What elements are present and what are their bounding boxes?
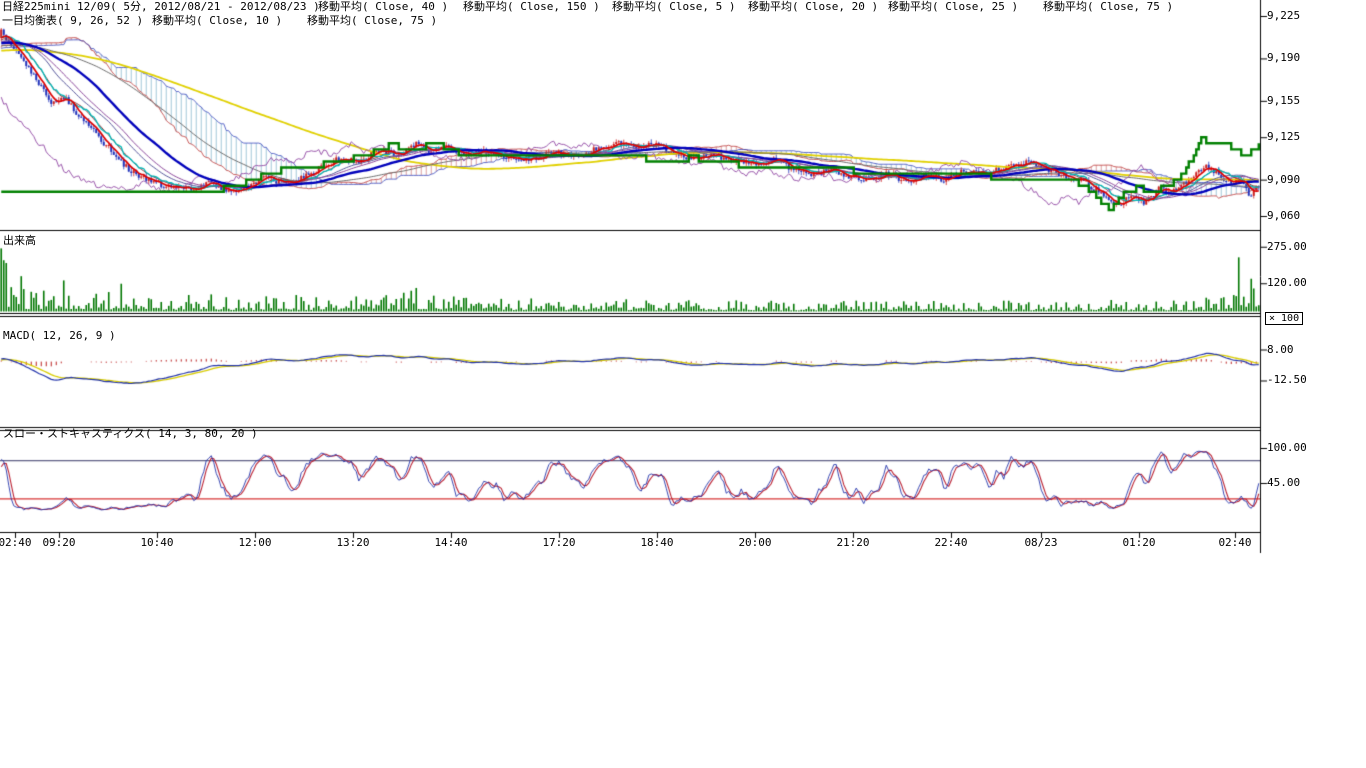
chart-canvas — [0, 0, 1366, 768]
volume-unit-badge: × 100 — [1265, 312, 1303, 325]
stock-chart-app: 日経225mini 12/09( 5分, 2012/08/21 - 2012/0… — [0, 0, 1366, 768]
